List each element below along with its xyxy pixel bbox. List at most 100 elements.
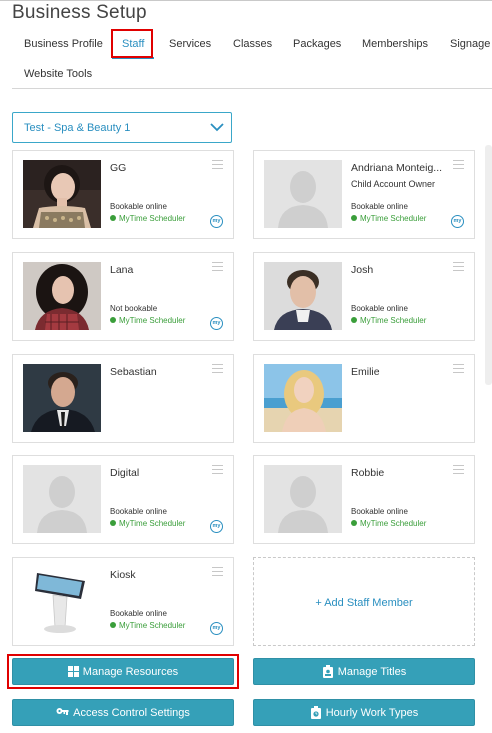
scheduler-label: MyTime Scheduler — [360, 214, 427, 223]
booking-status: Bookable online — [110, 507, 167, 516]
booking-status: Bookable online — [110, 609, 167, 618]
staff-card-josh[interactable]: Josh Bookable online MyTime Scheduler — [253, 252, 475, 341]
staff-card-kiosk[interactable]: Kiosk Bookable online MyTime Scheduler m… — [12, 557, 234, 646]
scheduler-status: MyTime Scheduler — [110, 621, 185, 630]
scheduler-label: MyTime Scheduler — [119, 621, 186, 630]
hamburger-menu-icon[interactable] — [453, 364, 464, 375]
access-control-settings-button[interactable]: Access Control Settings — [12, 699, 234, 726]
mytime-logo-icon: my — [210, 520, 223, 533]
tab-classes[interactable]: Classes — [233, 38, 272, 50]
scheduler-label: MyTime Scheduler — [119, 316, 186, 325]
scheduler-status: MyTime Scheduler — [110, 519, 185, 528]
staff-photo — [23, 567, 101, 635]
status-dot-icon — [351, 215, 357, 221]
manage-resources-label: Manage Resources — [82, 665, 179, 678]
scheduler-status: MyTime Scheduler — [110, 214, 185, 223]
status-dot-icon — [110, 215, 116, 221]
staff-name: Emilie — [351, 366, 380, 378]
tab-website-tools[interactable]: Website Tools — [24, 68, 92, 80]
scheduler-label: MyTime Scheduler — [360, 316, 427, 325]
hamburger-menu-icon[interactable] — [212, 567, 223, 578]
add-staff-member-card[interactable]: + Add Staff Member — [253, 557, 475, 646]
tab-memberships[interactable]: Memberships — [362, 38, 428, 50]
staff-card-emilie[interactable]: Emilie — [253, 354, 475, 443]
scheduler-status: MyTime Scheduler — [351, 519, 426, 528]
status-dot-icon — [110, 317, 116, 323]
hamburger-menu-icon[interactable] — [212, 262, 223, 273]
booking-status: Bookable online — [351, 507, 408, 516]
hamburger-menu-icon[interactable] — [212, 364, 223, 375]
location-select-value: Test - Spa & Beauty 1 — [24, 122, 131, 134]
staff-card-andriana[interactable]: Andriana Monteig... Child Account Owner … — [253, 150, 475, 239]
hamburger-menu-icon[interactable] — [453, 262, 464, 273]
booking-status: Bookable online — [351, 202, 408, 211]
staff-photo — [264, 262, 342, 330]
id-badge-icon — [322, 665, 333, 678]
hamburger-menu-icon[interactable] — [212, 465, 223, 476]
staff-name: Sebastian — [110, 366, 157, 378]
scheduler-status: MyTime Scheduler — [351, 316, 426, 325]
grid-icon — [67, 666, 79, 677]
manage-titles-button[interactable]: Manage Titles — [253, 658, 475, 685]
manage-resources-button[interactable]: Manage Resources — [12, 658, 234, 685]
tab-staff[interactable]: Staff — [122, 38, 144, 50]
chevron-down-icon — [210, 123, 224, 132]
scrollbar[interactable] — [485, 145, 492, 385]
staff-card-robbie[interactable]: Robbie Bookable online MyTime Scheduler — [253, 455, 475, 544]
mytime-logo-icon: my — [210, 622, 223, 635]
staff-photo — [264, 364, 342, 432]
avatar-placeholder-icon — [264, 160, 342, 228]
active-tab-indicator — [112, 57, 154, 59]
clipboard-icon — [310, 706, 321, 719]
staff-name: Andriana Monteig... — [351, 162, 443, 174]
staff-card-sebastian[interactable]: Sebastian — [12, 354, 234, 443]
tab-packages[interactable]: Packages — [293, 38, 341, 50]
staff-photo — [23, 364, 101, 432]
staff-card-digital[interactable]: Digital Bookable online MyTime Scheduler… — [12, 455, 234, 544]
status-dot-icon — [351, 317, 357, 323]
manage-titles-label: Manage Titles — [337, 665, 407, 678]
mytime-logo-icon: my — [451, 215, 464, 228]
hamburger-menu-icon[interactable] — [212, 160, 223, 171]
scheduler-status: MyTime Scheduler — [351, 214, 426, 223]
hourly-work-types-button[interactable]: Hourly Work Types — [253, 699, 475, 726]
add-staff-member-link[interactable]: + Add Staff Member — [254, 597, 474, 609]
avatar-placeholder-icon — [264, 465, 342, 533]
scheduler-label: MyTime Scheduler — [360, 519, 427, 528]
status-dot-icon — [110, 520, 116, 526]
top-divider — [0, 0, 492, 1]
status-dot-icon — [351, 520, 357, 526]
scheduler-label: MyTime Scheduler — [119, 214, 186, 223]
staff-name: Kiosk — [110, 569, 136, 581]
mytime-logo-icon: my — [210, 317, 223, 330]
tab-services[interactable]: Services — [169, 38, 211, 50]
booking-status: Bookable online — [351, 304, 408, 313]
staff-card-gg[interactable]: GG Bookable online MyTime Scheduler my — [12, 150, 234, 239]
staff-subrole: Child Account Owner — [351, 179, 436, 189]
access-control-settings-label: Access Control Settings — [73, 706, 190, 719]
tab-signage[interactable]: Signage — [450, 38, 490, 50]
key-icon — [56, 708, 69, 715]
hourly-work-types-label: Hourly Work Types — [325, 706, 419, 719]
booking-status: Bookable online — [110, 202, 167, 211]
status-dot-icon — [110, 622, 116, 628]
tabs-divider — [12, 88, 492, 89]
mytime-logo-icon: my — [210, 215, 223, 228]
staff-name: Josh — [351, 264, 374, 276]
location-select[interactable]: Test - Spa & Beauty 1 — [12, 112, 232, 143]
tab-business-profile[interactable]: Business Profile — [24, 38, 103, 50]
staff-name: Robbie — [351, 467, 385, 479]
hamburger-menu-icon[interactable] — [453, 160, 464, 171]
scheduler-status: MyTime Scheduler — [110, 316, 185, 325]
scheduler-label: MyTime Scheduler — [119, 519, 186, 528]
staff-name: GG — [110, 162, 127, 174]
hamburger-menu-icon[interactable] — [453, 465, 464, 476]
page-title: Business Setup — [12, 2, 147, 23]
booking-status: Not bookable — [110, 304, 158, 313]
staff-photo — [23, 262, 101, 330]
staff-name: Digital — [110, 467, 140, 479]
staff-card-lana[interactable]: Lana Not bookable MyTime Scheduler my — [12, 252, 234, 341]
staff-photo — [23, 160, 101, 228]
staff-name: Lana — [110, 264, 134, 276]
avatar-placeholder-icon — [23, 465, 101, 533]
